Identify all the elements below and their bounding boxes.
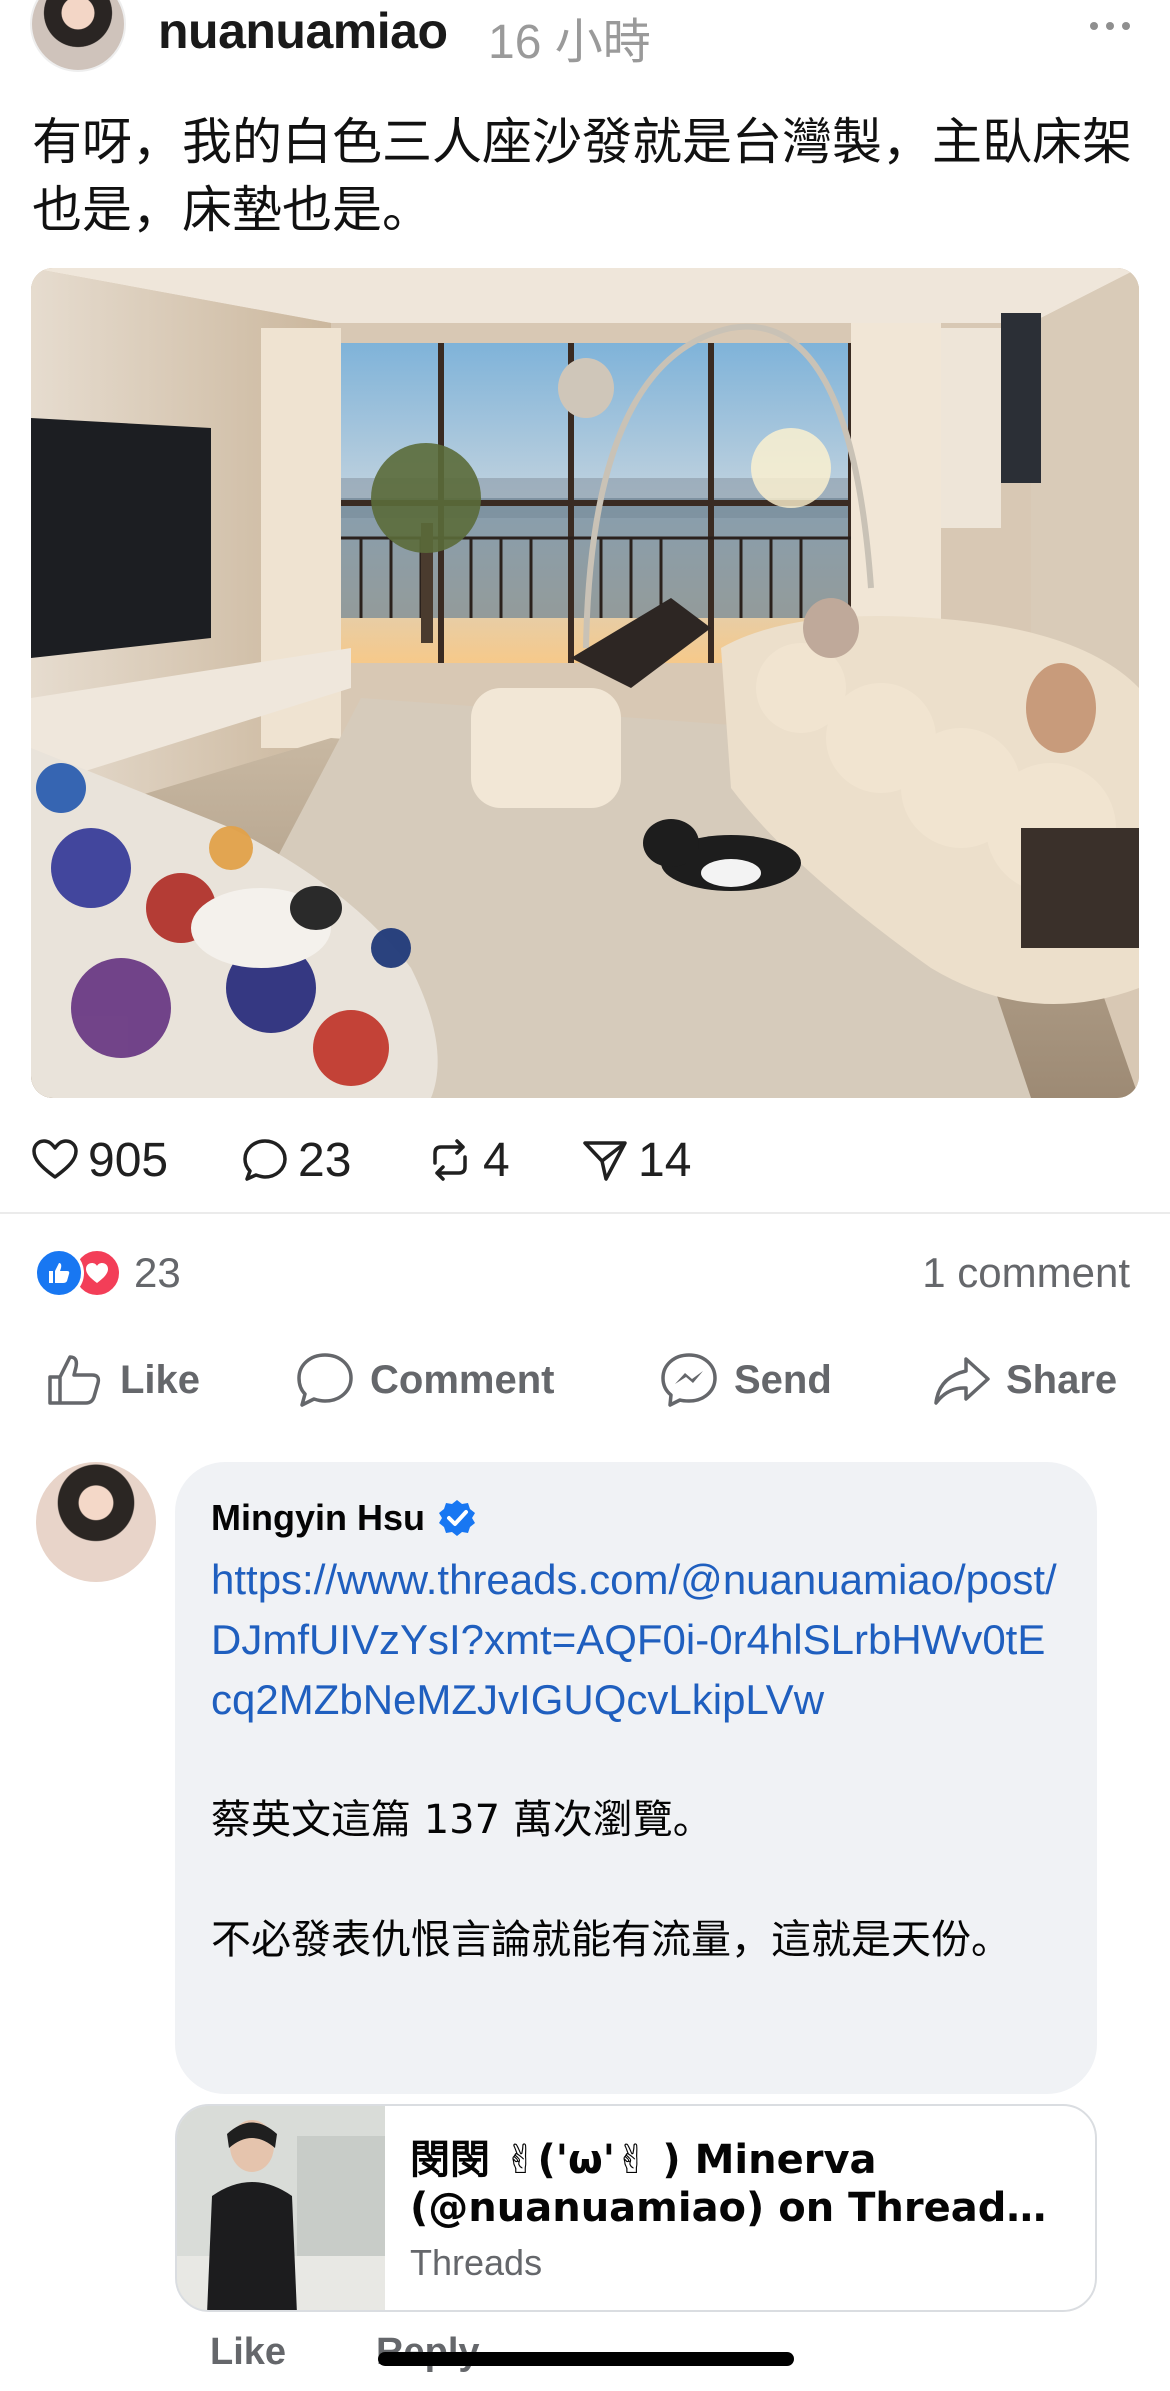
reaction-count: 23	[134, 1249, 181, 1296]
send-paper-plane-icon	[583, 1141, 627, 1181]
comment-button[interactable]: Comment	[294, 1345, 554, 1415]
share-button[interactable]: Share	[930, 1345, 1117, 1415]
commenter-avatar[interactable]	[36, 1462, 156, 1582]
link-preview-title: 閔閔 ✌('ω'✌ ) Minerva (@nuanuamiao) on Thr…	[410, 2137, 1070, 2231]
link-preview-card[interactable]: 閔閔 ✌('ω'✌ ) Minerva (@nuanuamiao) on Thr…	[175, 2104, 1097, 2312]
messenger-icon	[661, 1353, 717, 1407]
comment-count-stat: 23	[298, 1133, 352, 1187]
comment-paragraph-2: 不必發表仇恨言論就能有流量，這就是天份。	[211, 1917, 1011, 1963]
comment-stat[interactable]: 23	[240, 1128, 351, 1192]
repost-count: 4	[483, 1133, 510, 1187]
like-button-label: Like	[120, 1357, 201, 1402]
comment-bubble-icon	[243, 1139, 287, 1181]
action-bar: Like Comment Send Share	[0, 1345, 1170, 1415]
like-reaction-icon	[34, 1248, 84, 1298]
thumbs-up-icon	[48, 1355, 101, 1405]
repost-stat[interactable]: 4	[425, 1128, 510, 1192]
post-text: 有呀，我的白色三人座沙發就是台灣製，主臥床架也是，床墊也是。	[32, 113, 1132, 239]
reactions-summary[interactable]: 23	[34, 1245, 181, 1301]
comment-link[interactable]: https://www.threads.com/@nuanuamiao/post…	[211, 1550, 1061, 1730]
comment-like-link[interactable]: Like	[210, 2331, 286, 2374]
section-divider	[0, 1212, 1170, 1214]
share-count: 14	[638, 1133, 692, 1187]
verified-badge-icon	[439, 1500, 475, 1536]
share-arrow-icon	[934, 1357, 990, 1405]
like-count: 905	[88, 1133, 169, 1187]
post-image[interactable]	[31, 268, 1139, 1098]
commenter-name[interactable]: Mingyin Hsu	[211, 1497, 425, 1539]
link-preview-thumbnail	[177, 2106, 385, 2310]
comment-icon	[297, 1353, 353, 1407]
commenter-name-row[interactable]: Mingyin Hsu	[211, 1492, 1061, 1544]
author-username[interactable]: nuanuamiao	[158, 2, 448, 60]
comment-paragraph-1: 蔡英文這篇 137 萬次瀏覽。	[211, 1797, 713, 1843]
post-time: 16 小時	[488, 16, 651, 69]
heart-icon	[32, 1139, 78, 1179]
home-indicator[interactable]	[378, 2352, 794, 2366]
link-preview-source: Threads	[410, 2242, 543, 2283]
post-header: nuanuamiao 16 小時	[0, 0, 1170, 80]
comment-bubble: Mingyin Hsu https://www.threads.com/@nua…	[175, 1462, 1097, 2094]
send-button[interactable]: Send	[658, 1345, 832, 1415]
author-avatar[interactable]	[30, 0, 126, 72]
like-button[interactable]: Like	[44, 1345, 200, 1415]
comment-count[interactable]: 1 comment	[922, 1249, 1130, 1297]
post-stats: 905 23 4 14	[30, 1128, 1130, 1192]
comment-button-label: Comment	[370, 1357, 555, 1402]
ellipsis-icon[interactable]	[1088, 0, 1132, 50]
send-button-label: Send	[734, 1357, 832, 1402]
repost-icon	[433, 1139, 467, 1181]
like-stat[interactable]: 905	[30, 1128, 168, 1192]
share-button-label: Share	[1006, 1357, 1118, 1402]
share-stat[interactable]: 14	[580, 1128, 691, 1192]
